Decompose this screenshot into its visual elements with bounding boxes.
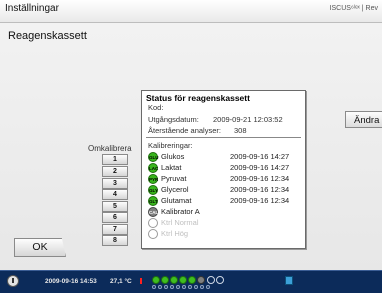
sample-slot-icon [194,285,198,289]
calibrations-heading: Kalibreringar: [148,141,193,150]
calibration-name: Glycerol [161,185,189,194]
calibration-time: 2009-09-16 12:34 [230,196,290,205]
expiry-label: Utgångsdatum: [148,115,199,124]
calibration-name: Pyruvat [161,174,187,183]
calibration-row-ktrl-normal: Ktrl Normal [148,218,303,228]
brand-logo: ISCUS⁶ˡᵉˣ | Rev [329,5,378,12]
sample-indicator-row [152,285,210,290]
alert-marker-icon [140,278,142,284]
sample-slot-icon [206,285,210,289]
sample-slot-icon [176,285,180,289]
status-datetime: 2009-09-16 14:53 [45,278,97,285]
glt-status-dot-icon [188,276,196,284]
calibration-name: Glutamat [161,196,192,205]
recalibrate-button-1[interactable]: 1 [102,154,128,165]
monitor-icon[interactable] [285,276,293,285]
calibration-row-laktat: LAC Laktat 2009-09-16 14:27 [148,163,303,173]
recalibrate-button-3[interactable]: 3 [102,178,128,189]
remaining-label: Återstående analyser: [148,126,221,135]
divider [146,137,301,138]
expiry-value: 2009-09-21 12:03:52 [213,115,283,124]
recalibrate-label: Omkalibrera [88,144,132,153]
status-temperature: 27,1 °C [110,278,132,285]
sample-slot-icon [164,285,168,289]
calibration-name: Ktrl Hög [161,229,189,238]
calibration-name: Glukos [161,152,185,161]
calibration-time: 2009-09-16 14:27 [230,163,290,172]
remaining-value: 308 [234,126,247,135]
reagent-status-panel: Status för reagenskassett Kod: Utgångsda… [141,90,306,249]
calibration-name: Kalibrator A [161,207,200,216]
recalibrate-button-7[interactable]: 7 [102,224,128,235]
lac-status-icon: LAC [148,163,158,173]
recalibrate-button-8[interactable]: 8 [102,235,128,246]
calibration-row-glutamat: GLT Glutamat 2009-09-16 12:34 [148,196,303,206]
sample-slot-icon [182,285,186,289]
calibration-name: Laktat [161,163,182,172]
power-icon[interactable] [7,275,19,287]
page-title: Reagenskassett [8,30,87,42]
sample-slot-icon [188,285,192,289]
ctrl-high-dot-icon [216,276,224,284]
gly-status-icon: GLY [148,185,158,195]
ctrl-normal-dot-icon [207,276,215,284]
empty-status-icon [148,218,158,228]
kod-label: Kod: [148,103,164,112]
pyr-status-icon: PYR [148,174,158,184]
calibration-time: 2009-09-16 14:27 [230,152,290,161]
panel-title: Status för reagenskassett [146,93,250,103]
calibration-time: 2009-09-16 12:34 [230,174,290,183]
cal-status-dot-icon [197,276,205,284]
lac-status-dot-icon [161,276,169,284]
sample-slot-icon [170,285,174,289]
calibration-row-pyruvat: PYR Pyruvat 2009-09-16 12:34 [148,174,303,184]
glt-status-icon: GLT [148,196,158,206]
ok-button[interactable]: OK [14,238,66,257]
window-title: Inställningar [5,3,59,14]
sample-slot-icon [200,285,204,289]
empty-status-icon [148,229,158,239]
recalibrate-button-4[interactable]: 4 [102,189,128,200]
calibration-name: Ktrl Normal [161,218,199,227]
recalibrate-button-5[interactable]: 5 [102,201,128,212]
change-button[interactable]: Ändra [345,111,382,128]
pyr-status-dot-icon [170,276,178,284]
gly-status-dot-icon [179,276,187,284]
sample-slot-icon [158,285,162,289]
sample-slot-icon [152,285,156,289]
title-bar: Inställningar ISCUS⁶ˡᵉˣ | Rev [0,0,382,23]
glu-status-icon: GLU [148,152,159,162]
recalibrate-button-2[interactable]: 2 [102,166,128,177]
calibration-time: 2009-09-16 12:34 [230,185,290,194]
calibration-row-ktrl-hog: Ktrl Hög [148,229,303,239]
calibration-row-glukos: GLU Glukos 2009-09-16 14:27 [148,152,303,162]
recalibrate-button-6[interactable]: 6 [102,212,128,223]
calibration-row-kalibrator-a: CAL Kalibrator A [148,207,303,217]
glu-status-dot-icon [152,276,160,284]
app-window: Inställningar ISCUS⁶ˡᵉˣ | Rev Reagenskas… [0,0,382,293]
calibration-row-glycerol: GLY Glycerol 2009-09-16 12:34 [148,185,303,195]
cal-status-icon: CAL [148,207,158,217]
